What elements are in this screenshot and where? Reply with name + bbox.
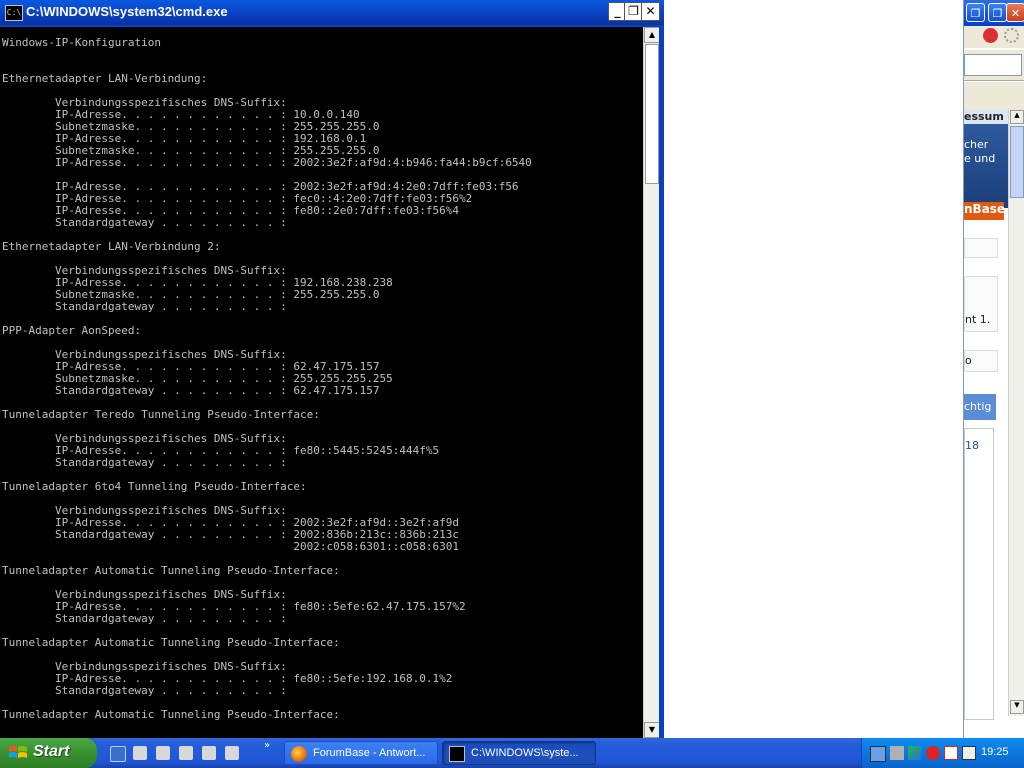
browser-tabstrip xyxy=(964,82,1024,110)
fragment-box-2: nt 1. xyxy=(964,276,998,332)
browser-vscroll[interactable]: ▲ ▼ xyxy=(1008,110,1024,716)
quicklaunch-icon-5[interactable] xyxy=(225,746,239,760)
fragment-nbase[interactable]: nBase xyxy=(964,202,1004,220)
browser-scroll-down-icon[interactable]: ▼ xyxy=(1010,700,1024,714)
window-title: C:\WINDOWS\system32\cmd.exe xyxy=(26,4,228,19)
fragment-box-3: o xyxy=(964,350,998,372)
taskbar: Start » ForumBase - Antwort... C:\WINDOW… xyxy=(0,738,1024,768)
device-icon[interactable] xyxy=(890,746,904,760)
close-button[interactable]: ✕ xyxy=(641,2,660,21)
browser-titlebar[interactable]: ❐ ❐ ✕ xyxy=(964,0,1024,26)
stop-icon[interactable] xyxy=(983,28,998,43)
quicklaunch-more-icon[interactable]: » xyxy=(264,740,270,751)
browser-restore-button[interactable]: ❐ xyxy=(966,3,985,22)
cmd-titlebar[interactable]: C:\ C:\WINDOWS\system32\cmd.exe _ ❐ ✕ xyxy=(0,0,664,25)
browser-content: essum cher e und nBase nt 1. o chtig 18 xyxy=(964,110,1010,720)
fragment-box-1 xyxy=(964,238,998,258)
browser-restore-button-2[interactable]: ❐ xyxy=(988,3,1007,22)
browser-scroll-thumb[interactable] xyxy=(1010,126,1024,198)
colorful-icon[interactable] xyxy=(908,746,922,760)
browser-scroll-up-icon[interactable]: ▲ xyxy=(1010,110,1024,124)
quicklaunch-icon-1[interactable] xyxy=(133,746,147,760)
show-desktop-icon[interactable] xyxy=(110,746,126,762)
cmd-icon xyxy=(449,746,465,762)
fragment-impressum[interactable]: essum xyxy=(964,110,1010,124)
fragment-eund: e und xyxy=(964,152,996,165)
task-firefox[interactable]: ForumBase - Antwort... xyxy=(284,741,438,765)
scroll-up-icon[interactable]: ▲ xyxy=(644,27,660,43)
start-label: Start xyxy=(33,743,70,760)
cmd-window-border xyxy=(659,25,664,738)
task-label: C:\WINDOWS\syste... xyxy=(471,747,579,759)
fragment-nt1: nt 1. xyxy=(965,313,991,326)
browser-address-bar xyxy=(964,50,1024,81)
browser-close-button[interactable]: ✕ xyxy=(1006,3,1024,22)
network-icon[interactable] xyxy=(870,746,886,762)
firefox-icon xyxy=(291,746,307,762)
quicklaunch-icon-4[interactable] xyxy=(202,746,216,760)
console-output: Windows-IP-Konfiguration Ethernetadapter… xyxy=(2,36,532,721)
loading-icon xyxy=(1004,28,1019,43)
start-button[interactable]: Start xyxy=(0,738,97,768)
cmd-window[interactable]: C:\ C:\WINDOWS\system32\cmd.exe _ ❐ ✕ Wi… xyxy=(0,0,664,738)
messenger-icon[interactable] xyxy=(962,746,976,760)
quicklaunch-icon-3[interactable] xyxy=(179,746,193,760)
clock: 19:25 xyxy=(981,746,1009,758)
address-input[interactable] xyxy=(964,54,1022,76)
fragment-panel: 18 xyxy=(964,428,994,720)
fragment-18[interactable]: 18 xyxy=(965,439,979,452)
windows-logo-icon xyxy=(9,746,27,758)
antivirus-icon[interactable] xyxy=(926,746,940,760)
quicklaunch-icon-2[interactable] xyxy=(156,746,170,760)
browser-toolbar xyxy=(964,26,1024,48)
fragment-wichtig[interactable]: chtig xyxy=(964,394,996,420)
banner-image: cher e und xyxy=(964,124,1008,208)
task-cmd[interactable]: C:\WINDOWS\syste... xyxy=(442,741,596,765)
cmd-vscroll[interactable]: ▲ ▼ xyxy=(643,27,660,738)
fragment-o: o xyxy=(965,354,972,367)
fragment-cher: cher xyxy=(964,138,989,151)
scroll-down-icon[interactable]: ▼ xyxy=(644,722,660,738)
task-label: ForumBase - Antwort... xyxy=(313,747,426,759)
scroll-thumb[interactable] xyxy=(645,44,659,184)
console-area[interactable]: Windows-IP-Konfiguration Ethernetadapter… xyxy=(0,27,643,738)
cmd-icon[interactable]: C:\ xyxy=(5,5,23,21)
shield-icon[interactable] xyxy=(944,746,958,760)
background-browser-window[interactable]: ❐ ❐ ✕ essum cher e und nBase nt 1. o cht… xyxy=(963,0,1024,740)
